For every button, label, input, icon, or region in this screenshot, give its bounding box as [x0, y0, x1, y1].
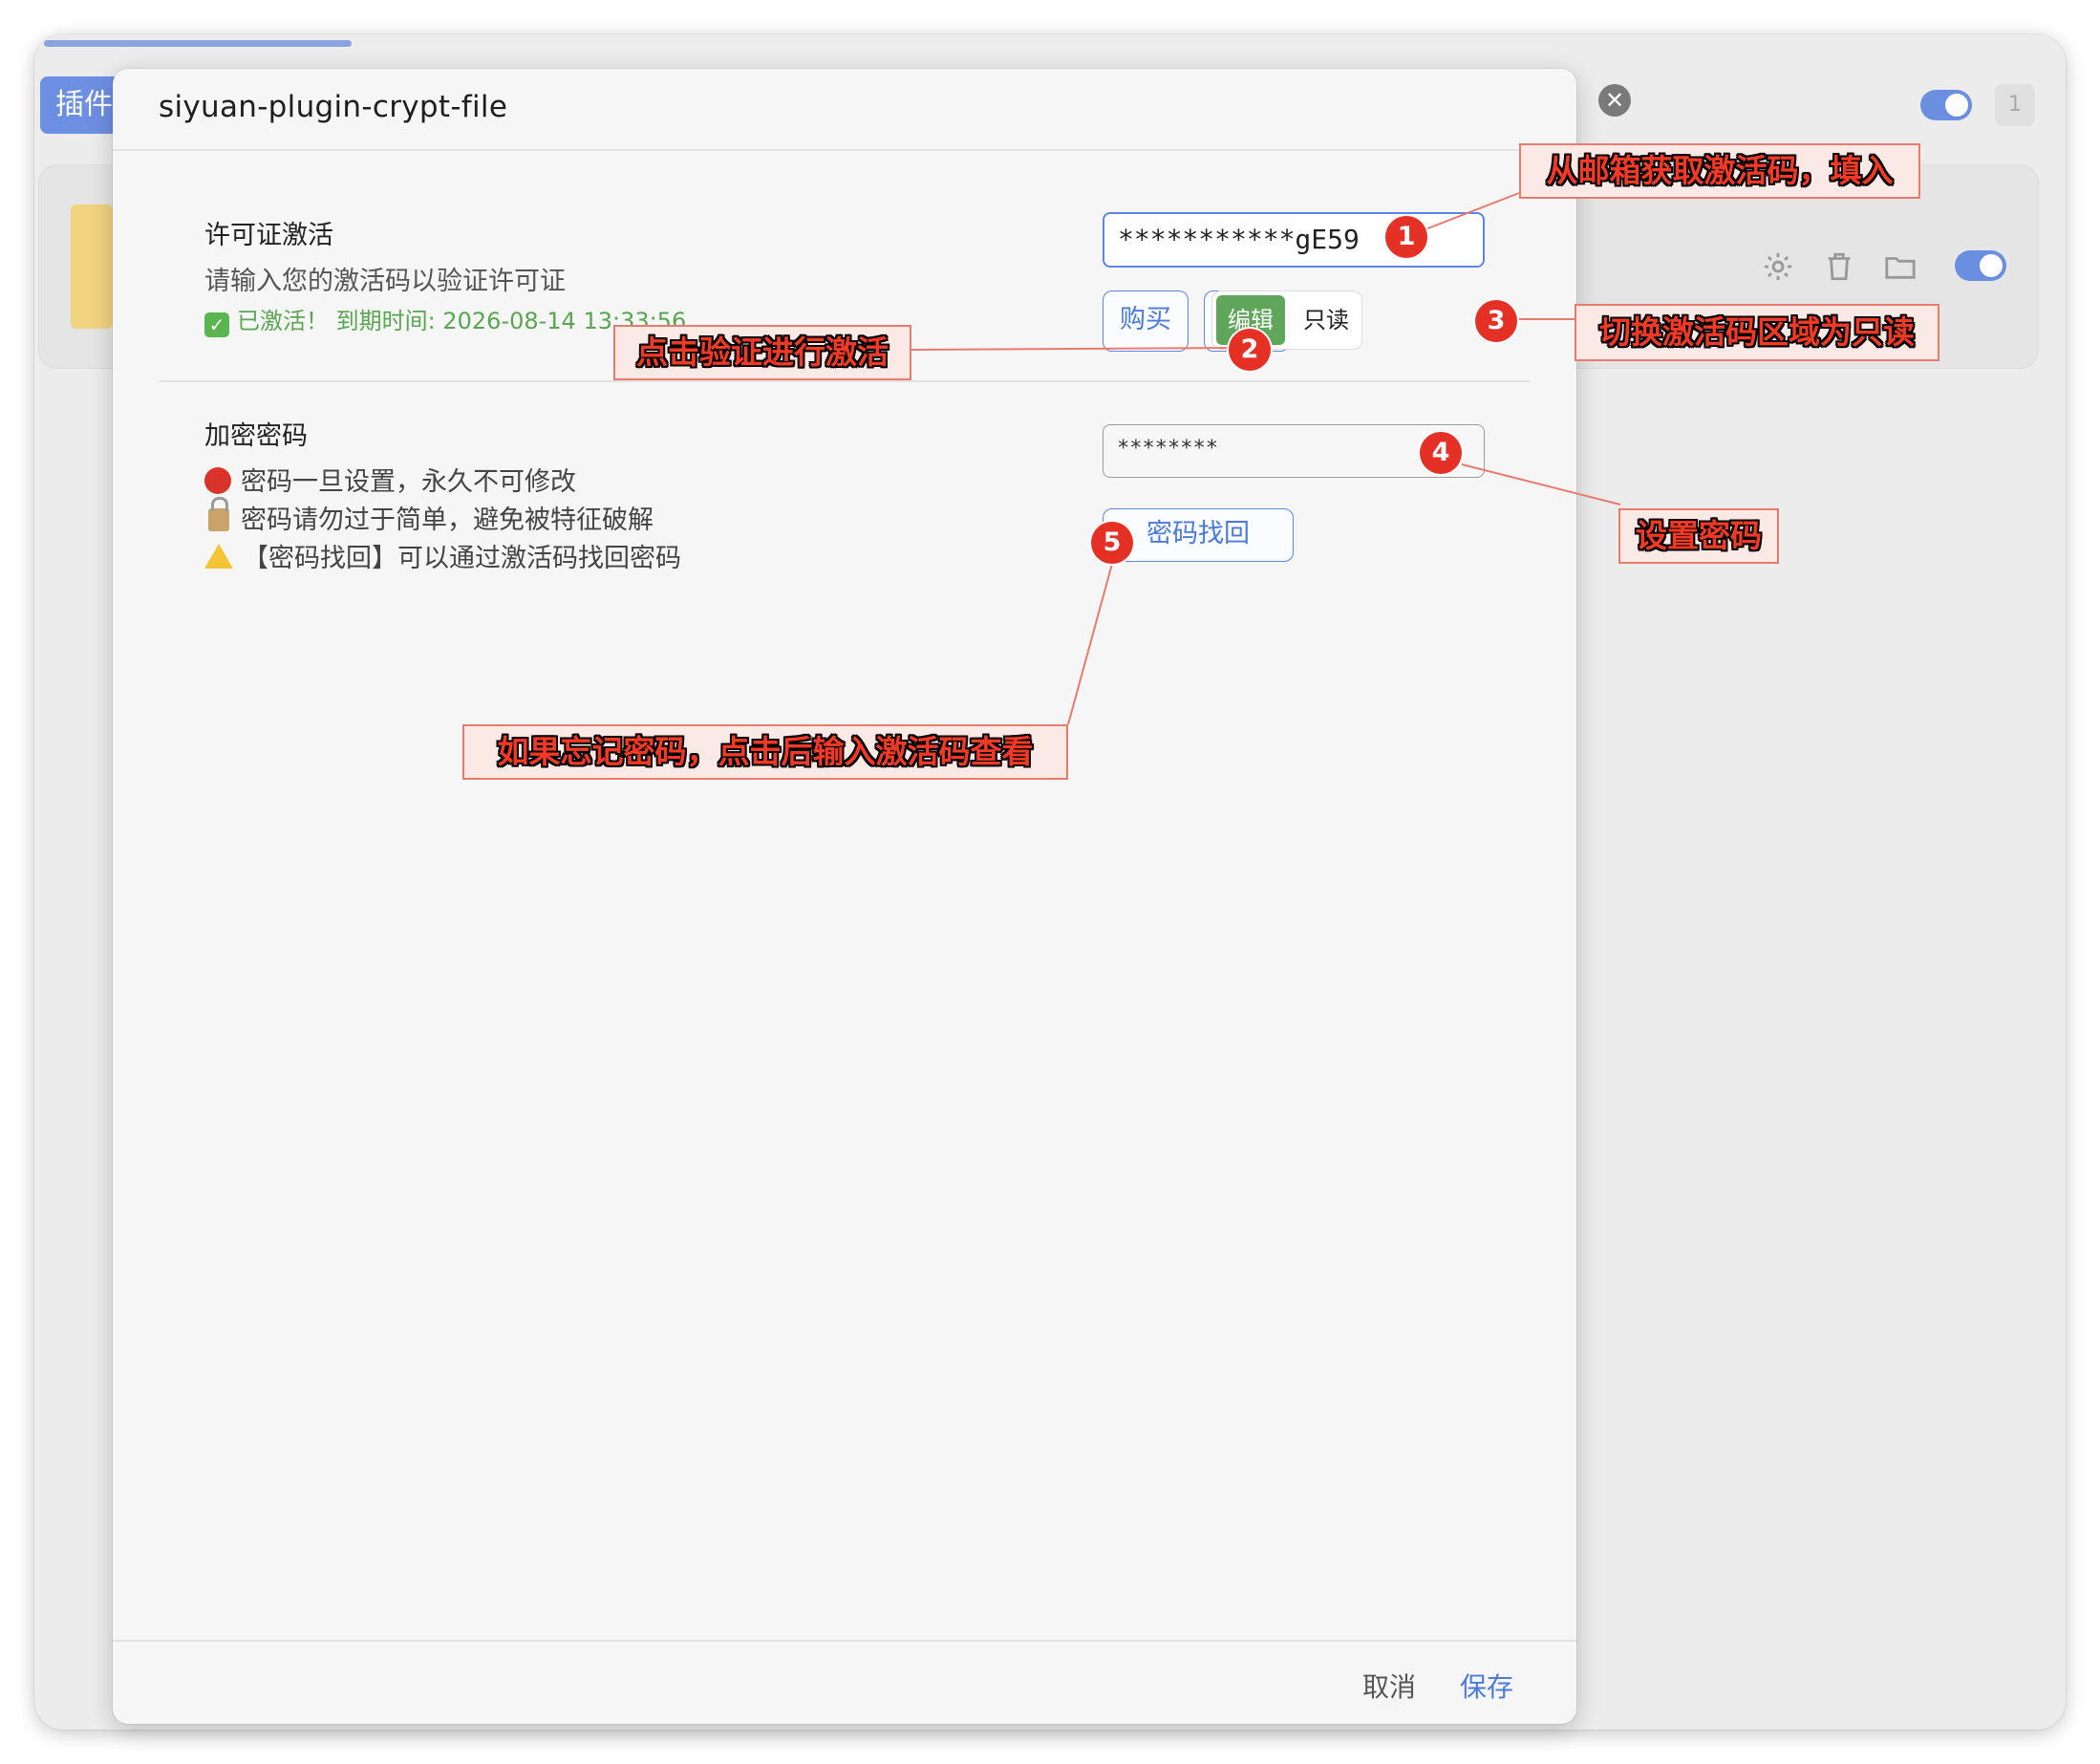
annotation-marker-4: 4	[1420, 432, 1462, 474]
annotation-marker-3: 3	[1475, 300, 1517, 342]
connector-1	[1425, 192, 1520, 230]
annotation-callout-5: 如果忘记密码，点击后输入激活码查看	[462, 724, 1068, 780]
annotation-callout-2: 点击验证进行激活	[613, 325, 911, 380]
annotation-connectors	[909, 192, 1621, 725]
annotation-callout-1: 从邮箱获取激活码，填入	[1519, 143, 1920, 199]
annotation-marker-5: 5	[1091, 522, 1133, 564]
annotation-callout-4: 设置密码	[1618, 508, 1779, 564]
connector-5	[1067, 563, 1113, 725]
connector-4	[1461, 463, 1621, 506]
connector-2	[909, 347, 1235, 351]
annotation-callout-3: 切换激活码区域为只读	[1575, 304, 1939, 361]
annotation-marker-1: 1	[1385, 216, 1427, 258]
annotation-marker-2: 2	[1229, 329, 1271, 371]
